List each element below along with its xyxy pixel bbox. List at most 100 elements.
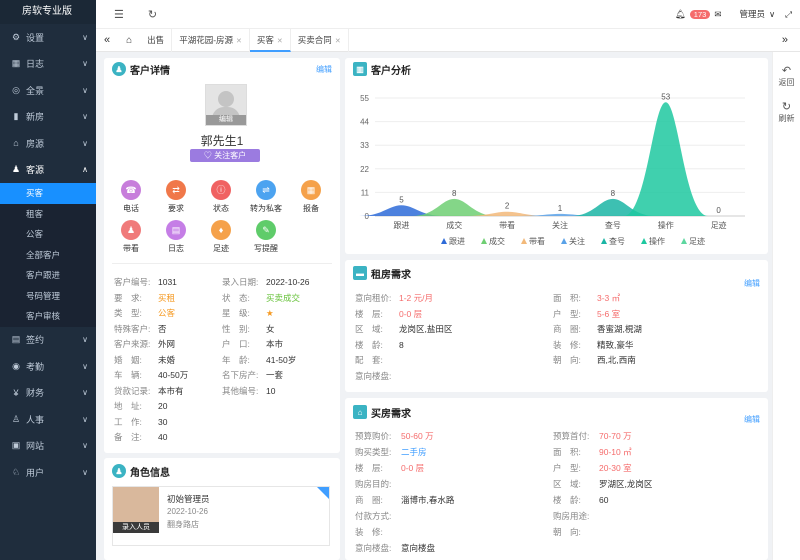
sidebar-subitem[interactable]: 公客	[0, 224, 96, 245]
refresh-button[interactable]: ↻ 刷新	[773, 100, 800, 124]
action-1[interactable]: ⇄ 要求	[157, 180, 195, 214]
customer-edit-link[interactable]: 编辑	[316, 64, 332, 75]
sidebar-subitem[interactable]: 租客	[0, 203, 96, 224]
user-menu[interactable]: 管理员	[739, 8, 765, 20]
close-icon[interactable]: ✕	[277, 38, 283, 45]
detail-value: 20-30 室	[599, 463, 632, 473]
sidebar-item-5[interactable]: ♟ 客源 ∧	[0, 157, 96, 184]
fullscreen-icon[interactable]: ⤢	[785, 9, 792, 20]
avatar-edit-label[interactable]: 编辑	[206, 115, 246, 125]
sidebar-subitem[interactable]: 号码管理	[0, 285, 96, 306]
action-label: 要求	[168, 204, 184, 213]
sidebar-item-label: 用户	[26, 467, 45, 478]
detail-key: 区 域:	[355, 324, 383, 334]
chevron-icon: ∨	[82, 388, 88, 398]
sidebar-item-4[interactable]: ▣ 网站 ∨	[0, 433, 96, 460]
sidebar-subitem[interactable]: 买客	[0, 183, 96, 204]
tab-label[interactable]: 买卖合同	[298, 35, 332, 45]
sidebar-subitem[interactable]: 客户审核	[0, 306, 96, 327]
sidebar-item-5[interactable]: ♘ 用户 ∨	[0, 459, 96, 486]
legend-marker	[441, 238, 447, 244]
detail-row: 客户编号: 1031	[114, 276, 177, 288]
contract-icon: ▤	[11, 334, 21, 345]
sidebar-item-0[interactable]: ▤ 签约 ∨	[0, 327, 96, 354]
tab-label[interactable]: 出售	[147, 35, 164, 45]
legend-marker	[601, 238, 607, 244]
calendar-icon: ▦	[11, 58, 21, 69]
sidebar-item-3[interactable]: ♙ 人事 ∨	[0, 406, 96, 433]
x-tick-label: 成交	[446, 220, 462, 230]
action-6[interactable]: ▤ 日志	[157, 220, 195, 254]
detail-value: 未婚	[158, 354, 176, 365]
sidebar-item-2[interactable]: ¥ 财务 ∨	[0, 380, 96, 407]
back-button[interactable]: ↶ 返回	[773, 64, 800, 88]
action-icon: ⓘ	[211, 180, 231, 200]
tabs-scroll-left-icon[interactable]: «	[96, 34, 118, 46]
action-3[interactable]: ⇌ 转为私客	[247, 180, 285, 214]
action-8[interactable]: ✎ 写提醒	[247, 220, 285, 254]
rent-edit-link[interactable]: 编辑	[744, 278, 760, 289]
role-photo: 录入人员	[113, 487, 159, 533]
sidebar-item-4[interactable]: ⌂ 房源 ∨	[0, 130, 96, 157]
detail-row: 户 型: 20-30 室	[553, 462, 632, 474]
sidebar-item-label: 网站	[26, 441, 45, 452]
detail-key: 要 求:	[114, 292, 142, 303]
detail-key: 区 域:	[553, 479, 581, 489]
website-icon: ▣	[11, 440, 21, 451]
sidebar-item-1[interactable]: ◉ 考勤 ∨	[0, 353, 96, 380]
tab-2[interactable]: 买客 ✕	[249, 28, 291, 52]
detail-key: 装 修:	[355, 527, 383, 537]
refresh-icon[interactable]: ↻	[148, 8, 157, 21]
sidebar-item-1[interactable]: ▦ 日志 ∨	[0, 51, 96, 78]
tab-label[interactable]: 平湖花园-房源	[179, 35, 233, 45]
rent-title: 租房需求	[371, 269, 411, 281]
finance-icon: ¥	[13, 387, 19, 398]
data-label: 1	[558, 204, 563, 213]
detail-key: 意向租价:	[355, 293, 392, 303]
sidebar-item-label: 签约	[26, 335, 45, 346]
action-2[interactable]: ⓘ 状态	[202, 180, 240, 214]
bell-icon[interactable]: 🔔︎	[675, 9, 686, 20]
area-mark	[623, 102, 708, 216]
tab-1[interactable]: 平湖花园-房源 ✕	[172, 28, 250, 52]
sidebar-item-0[interactable]: ⚙ 设置 ∨	[0, 24, 96, 51]
action-4[interactable]: ▦ 报备	[292, 180, 330, 214]
detail-key: 朝 向:	[553, 355, 581, 365]
sidebar-item-label: 日志	[26, 59, 45, 70]
buy-edit-link[interactable]: 编辑	[744, 414, 760, 425]
close-icon[interactable]: ✕	[335, 38, 341, 45]
action-0[interactable]: ☎ 电话	[112, 180, 150, 214]
role-entry[interactable]: 录入人员 初始管理员 2022-10-26 翻身路店	[112, 486, 330, 546]
x-tick-label: 关注	[552, 220, 568, 230]
customer-avatar[interactable]: 编辑	[205, 84, 247, 126]
detail-row: 商 圈: 淄博市,春水路	[355, 494, 454, 506]
home-tab-icon[interactable]: ⌂	[118, 35, 140, 46]
detail-key: 购房目的:	[355, 479, 392, 489]
detail-row: 特殊客户: 否	[114, 323, 167, 335]
action-label: 写提醒	[254, 244, 278, 253]
tabs-scroll-right-icon[interactable]: »	[782, 34, 788, 46]
detail-row: 录入日期: 2022-10-26	[222, 276, 309, 288]
action-5[interactable]: ♟ 带看	[112, 220, 150, 254]
detail-value: 公客	[158, 308, 176, 318]
sidebar-subitem[interactable]: 全部客户	[0, 244, 96, 265]
tab-0[interactable]: 出售	[140, 28, 173, 52]
legend-marker	[561, 238, 567, 244]
close-icon[interactable]: ✕	[236, 38, 242, 45]
sidebar-subitem[interactable]: 客户跟进	[0, 265, 96, 286]
tab-label[interactable]: 买客	[257, 35, 274, 45]
action-7[interactable]: ♦ 足迹	[202, 220, 240, 254]
collapse-menu-icon[interactable]: ☰	[114, 8, 124, 21]
sidebar-item-2[interactable]: ◎ 全景 ∨	[0, 77, 96, 104]
data-label: 0	[716, 206, 721, 215]
gear-icon: ⚙	[11, 31, 21, 42]
y-tick-label: 44	[360, 118, 369, 127]
tab-3[interactable]: 买卖合同 ✕	[291, 28, 349, 52]
detail-value: 10	[266, 385, 276, 396]
message-icon[interactable]: ✉	[714, 9, 721, 20]
sidebar-item-3[interactable]: ▮ 新房 ∨	[0, 104, 96, 131]
chevron-down-icon[interactable]: ∨	[769, 9, 775, 20]
follow-customer-button[interactable]: ♡ 关注客户	[190, 149, 260, 162]
detail-row: 状 态: 买卖成交	[222, 292, 300, 304]
notification-badge[interactable]: 173	[689, 9, 711, 19]
